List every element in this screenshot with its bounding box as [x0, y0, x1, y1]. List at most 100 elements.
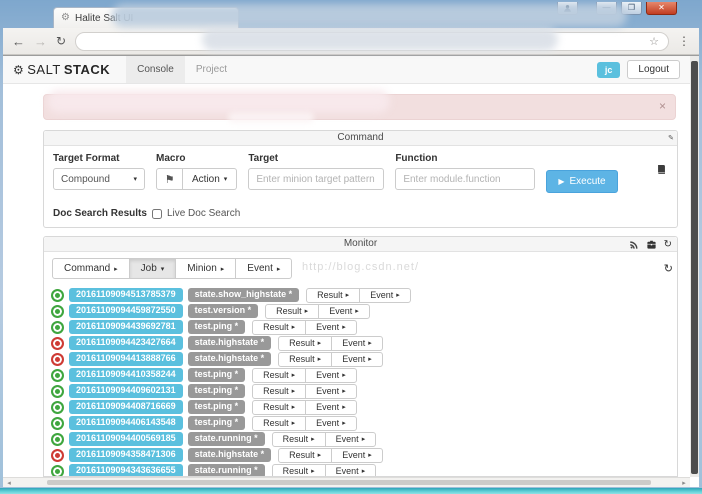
briefcase-icon[interactable] [646, 239, 657, 250]
filter-command-button[interactable]: Command ▸ [52, 258, 130, 279]
halite-page: ⚙ SALTSTACK Console Project jc Logout × [3, 56, 690, 477]
job-event-button[interactable]: Event▸ [318, 304, 370, 319]
execute-button[interactable]: ▶ Execute [546, 170, 617, 193]
filter-label: Minion [187, 263, 216, 274]
job-event-button[interactable]: Event▸ [331, 448, 383, 463]
job-function-badge[interactable]: state.highstate * [188, 352, 272, 366]
job-id-badge[interactable]: 20161109094439692781 [69, 320, 183, 334]
job-result-button[interactable]: Result▸ [278, 336, 332, 351]
filter-minion-button[interactable]: Minion ▸ [175, 258, 236, 279]
job-event-button[interactable]: Event▸ [305, 320, 357, 335]
job-function-badge[interactable]: test.version * [188, 304, 259, 318]
job-result-button[interactable]: Result▸ [252, 320, 306, 335]
browser-menu-icon[interactable]: ⋮ [678, 34, 690, 48]
job-function-badge[interactable]: test.ping * [188, 416, 246, 430]
browser-toolbar: ← → ↻ ☆ ⋮ [3, 28, 699, 55]
bookmark-star-icon[interactable]: ☆ [649, 35, 659, 48]
job-function-badge[interactable]: state.running * [188, 464, 265, 476]
job-event-button[interactable]: Event▸ [325, 464, 377, 477]
docs-book-icon[interactable] [656, 164, 667, 175]
reload-button[interactable]: ↻ [56, 34, 66, 48]
app-navbar: ⚙ SALTSTACK Console Project jc Logout [3, 56, 690, 84]
caret-right-icon: ▸ [368, 355, 372, 363]
job-function-badge[interactable]: test.ping * [188, 384, 246, 398]
filter-job-button[interactable]: Job ▾ [129, 258, 177, 279]
job-result-button[interactable]: Result▸ [265, 304, 319, 319]
job-event-button[interactable]: Event▸ [331, 352, 383, 367]
caret-right-icon: ▸ [292, 419, 296, 427]
back-button[interactable]: ← [12, 35, 25, 48]
address-bar[interactable]: ☆ [75, 32, 669, 51]
logout-button[interactable]: Logout [627, 60, 680, 79]
job-id-badge[interactable]: 20161109094513785379 [69, 288, 183, 302]
job-event-button[interactable]: Event▸ [325, 432, 377, 447]
saltstack-logo[interactable]: ⚙ SALTSTACK [13, 62, 110, 77]
horizontal-scrollbar[interactable]: ◂ ▸ [3, 477, 690, 487]
user-badge[interactable]: jc [597, 62, 621, 78]
browser-tab[interactable]: ⚙ Halite Salt UI [53, 7, 239, 28]
job-function-badge[interactable]: test.ping * [188, 400, 246, 414]
job-event-button[interactable]: Event▸ [359, 288, 411, 303]
job-id-badge[interactable]: 20161109094423427664 [69, 336, 183, 350]
job-function-badge[interactable]: state.highstate * [188, 448, 272, 462]
target-format-select[interactable]: Compound ▾ [53, 168, 145, 190]
job-id-badge[interactable]: 20161109094408716669 [69, 400, 183, 414]
target-group: Target [248, 153, 384, 190]
scroll-left-icon[interactable]: ◂ [3, 479, 15, 487]
job-id-badge[interactable]: 20161109094409602131 [69, 384, 183, 398]
job-function-badge[interactable]: state.running * [188, 432, 265, 446]
flag-icon: ⚑ [165, 173, 175, 186]
vertical-scrollbar-thumb[interactable] [691, 61, 698, 474]
refresh-icon[interactable]: ↻ [664, 262, 673, 275]
job-function-badge[interactable]: state.show_highstate * [188, 288, 300, 302]
target-input[interactable] [248, 168, 384, 190]
job-id-badge[interactable]: 20161109094400569185 [69, 432, 183, 446]
horizontal-scrollbar-thumb[interactable] [47, 480, 651, 485]
nav-project[interactable]: Project [185, 56, 238, 83]
job-result-button[interactable]: Result▸ [272, 432, 326, 447]
job-event-button[interactable]: Event▸ [305, 384, 357, 399]
close-button[interactable]: ✕ [646, 2, 677, 15]
job-id-badge[interactable]: 20161109094406143548 [69, 416, 183, 430]
job-event-button[interactable]: Event▸ [305, 368, 357, 383]
job-id-badge[interactable]: 20161109094410358244 [69, 368, 183, 382]
command-panel-header[interactable]: Command ✎ [44, 131, 677, 146]
refresh-icon[interactable]: ↻ [664, 240, 672, 250]
live-doc-search-checkbox[interactable] [152, 209, 162, 219]
job-result-button[interactable]: Result▸ [278, 352, 332, 367]
alert-close-icon[interactable]: × [659, 100, 666, 112]
job-id-badge[interactable]: 20161109094459872550 [69, 304, 183, 318]
job-status-icon [51, 433, 64, 446]
macro-record-button[interactable]: ⚑ [156, 168, 183, 190]
maximize-button[interactable]: ❐ [621, 2, 642, 15]
filter-event-button[interactable]: Event ▸ [235, 258, 292, 279]
rss-icon[interactable] [629, 240, 639, 250]
execute-label: Execute [569, 176, 605, 187]
function-input[interactable] [395, 168, 535, 190]
job-event-button[interactable]: Event▸ [305, 416, 357, 431]
job-result-button[interactable]: Result▸ [252, 416, 306, 431]
job-function-badge[interactable]: test.ping * [188, 368, 246, 382]
panel-collapse-icon[interactable]: ✎ [668, 132, 674, 146]
job-result-button[interactable]: Result▸ [252, 368, 306, 383]
job-function-badge[interactable]: test.ping * [188, 320, 246, 334]
job-result-button[interactable]: Result▸ [272, 464, 326, 477]
nav-console[interactable]: Console [126, 56, 185, 83]
job-function-badge[interactable]: state.highstate * [188, 336, 272, 350]
job-result-button[interactable]: Result▸ [306, 288, 360, 303]
job-id-badge[interactable]: 20161109094343636655 [69, 464, 183, 476]
profile-window-button[interactable] [557, 2, 578, 15]
job-event-button[interactable]: Event▸ [305, 400, 357, 415]
action-dropdown[interactable]: Action ▾ [183, 168, 237, 190]
job-result-button[interactable]: Result▸ [252, 384, 306, 399]
scroll-right-icon[interactable]: ▸ [678, 479, 690, 487]
job-id-badge[interactable]: 20161109094358471306 [69, 448, 183, 462]
monitor-panel-header[interactable]: Monitor ↻ [44, 237, 677, 252]
caret-right-icon: ▸ [292, 371, 296, 379]
job-result-button[interactable]: Result▸ [278, 448, 332, 463]
minimize-button[interactable]: — [596, 2, 617, 15]
job-result-button[interactable]: Result▸ [252, 400, 306, 415]
job-id-badge[interactable]: 20161109094413888766 [69, 352, 183, 366]
job-event-button[interactable]: Event▸ [331, 336, 383, 351]
vertical-scrollbar[interactable] [690, 56, 699, 477]
